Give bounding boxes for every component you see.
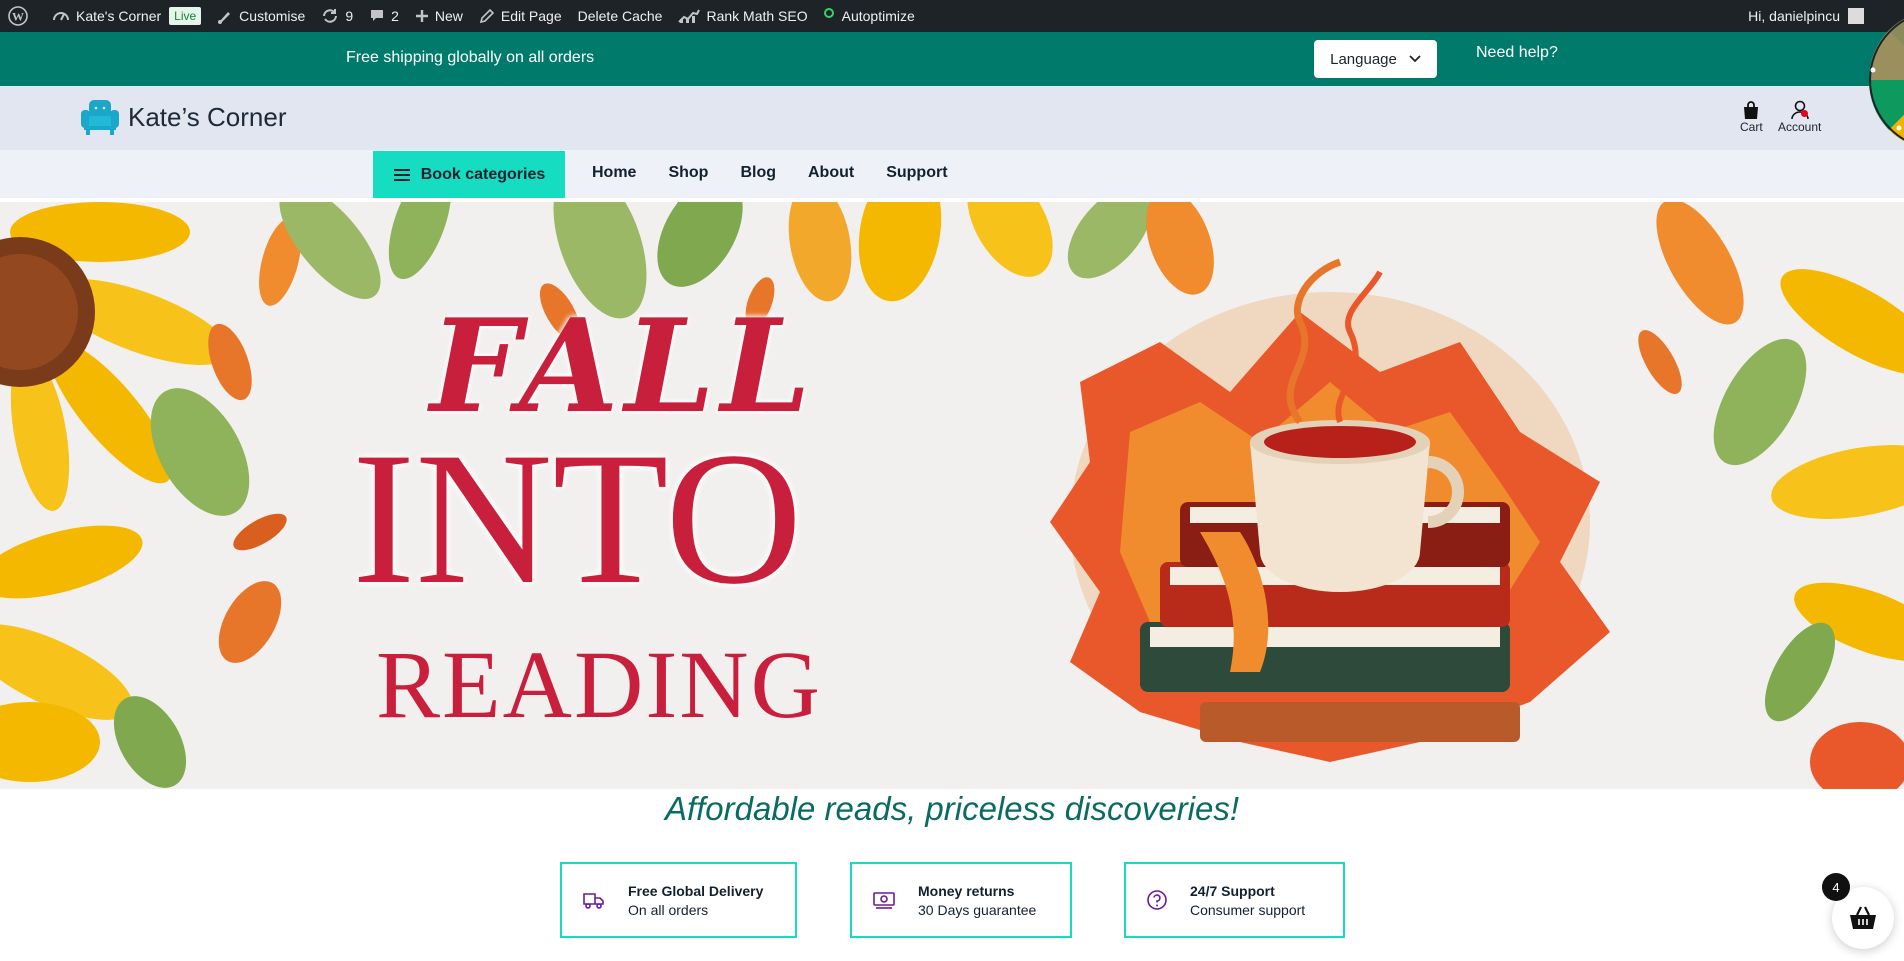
feature-subtitle: Consumer support — [1190, 901, 1306, 918]
chevron-down-icon — [1409, 55, 1421, 63]
updates-count: 9 — [345, 8, 354, 24]
language-select[interactable]: Language — [1314, 40, 1437, 78]
comment-icon — [371, 10, 384, 21]
plus-icon — [415, 10, 428, 22]
basket-count-badge: 4 — [1822, 873, 1850, 901]
hero-banner[interactable]: FALL INTO READING — [0, 202, 1904, 789]
tagline: Affordable reads, priceless discoveries! — [664, 790, 1240, 827]
new-label: New — [434, 8, 463, 24]
feature-title: Free Global Delivery — [628, 882, 764, 899]
book-categories-label: Book categories — [420, 165, 546, 183]
updates-link[interactable]: 9 — [313, 0, 361, 32]
hero-heading-line3: READING — [376, 631, 822, 738]
brush-icon — [218, 12, 231, 24]
truck-icon — [583, 893, 604, 909]
delete-cache-label: Delete Cache — [577, 8, 663, 24]
refresh-icon — [323, 9, 338, 23]
customise-label: Customise — [239, 8, 306, 24]
svg-text:W: W — [12, 10, 24, 24]
pencil-icon — [479, 8, 495, 24]
new-content-menu[interactable]: New — [407, 0, 471, 32]
armchair-logo-icon — [81, 100, 119, 135]
rank-math-menu[interactable]: Rank Math SEO — [670, 0, 815, 32]
feature-subtitle: On all orders — [628, 901, 709, 918]
nav-home[interactable]: Home — [592, 164, 636, 182]
basket-icon — [1850, 906, 1876, 929]
book-categories-button[interactable]: Book categories — [373, 151, 565, 198]
edit-page-label: Edit Page — [500, 8, 562, 24]
edit-page-link[interactable]: Edit Page — [471, 0, 570, 32]
top-promo-bar: Free shipping globally on all orders Lan… — [0, 32, 1904, 86]
autoptimize-label: Autoptimize — [841, 8, 915, 24]
customise-link[interactable]: Customise — [209, 0, 313, 32]
comments-count: 2 — [391, 8, 399, 24]
main-navigation: Book categories Home Shop Blog About Sup… — [0, 150, 1904, 198]
cart-link[interactable]: Cart — [1740, 100, 1763, 134]
cart-label: Cart — [1740, 120, 1763, 134]
feature-text: Money returns 30 Days guarantee — [918, 883, 1036, 918]
need-help-link[interactable]: Need help? — [1476, 44, 1558, 62]
feature-title: 24/7 Support — [1190, 882, 1275, 899]
greeting-label: Hi, danielpincu — [1748, 8, 1840, 24]
wp-admin-bar: W Kate's Corner Live Customise 9 2 New E… — [0, 0, 1904, 32]
nav-support[interactable]: Support — [886, 164, 947, 182]
money-icon — [873, 892, 895, 909]
account-link[interactable]: Account — [1778, 100, 1821, 134]
feature-card-support: 24/7 Support Consumer support — [1124, 862, 1345, 938]
color-wheel-icon[interactable] — [1834, 10, 1904, 150]
status-dot-icon — [823, 8, 834, 18]
hero-heading-line2: INTO — [352, 414, 803, 624]
account-label: Account — [1778, 120, 1822, 134]
feature-card-delivery: Free Global Delivery On all orders — [560, 862, 797, 938]
site-logo[interactable]: Kate’s Corner — [80, 98, 287, 136]
feature-text: Free Global Delivery On all orders — [628, 883, 763, 918]
autumn-illustration — [0, 202, 1904, 789]
site-name-menu[interactable]: Kate's Corner Live — [44, 0, 209, 32]
language-label: Language — [1330, 50, 1397, 68]
rank-math-icon — [678, 9, 701, 23]
autoptimize-menu[interactable]: Autoptimize — [816, 0, 923, 32]
delete-cache-link[interactable]: Delete Cache — [570, 0, 671, 32]
feature-title: Money returns — [918, 882, 1015, 899]
nav-blog[interactable]: Blog — [740, 164, 776, 182]
sunflower-right-icon — [1638, 202, 1904, 789]
site-name-label: Kate's Corner — [76, 8, 162, 24]
live-badge: Live — [169, 7, 202, 25]
question-icon — [1147, 890, 1167, 910]
shipping-notice: Free shipping globally on all orders — [346, 49, 595, 66]
nav-links: Home Shop Blog About Support — [592, 164, 948, 182]
hamburger-menu-icon — [393, 168, 410, 181]
dashboard-icon — [53, 12, 69, 21]
books-and-cup-icon — [1050, 258, 1610, 762]
rank-math-label: Rank Math SEO — [706, 8, 808, 24]
wordpress-logo-icon[interactable]: W — [0, 0, 44, 32]
user-icon — [1790, 100, 1809, 120]
nav-shop[interactable]: Shop — [668, 164, 708, 182]
shopping-bag-icon — [1744, 101, 1759, 119]
feature-card-returns: Money returns 30 Days guarantee — [850, 862, 1072, 938]
nav-about[interactable]: About — [808, 164, 854, 182]
feature-text: 24/7 Support Consumer support — [1190, 883, 1305, 918]
site-title: Kate’s Corner — [128, 101, 287, 132]
comments-link[interactable]: 2 — [361, 0, 407, 32]
feature-subtitle: 30 Days guarantee — [918, 901, 1037, 918]
site-header: Kate’s Corner Cart Account — [0, 86, 1904, 150]
